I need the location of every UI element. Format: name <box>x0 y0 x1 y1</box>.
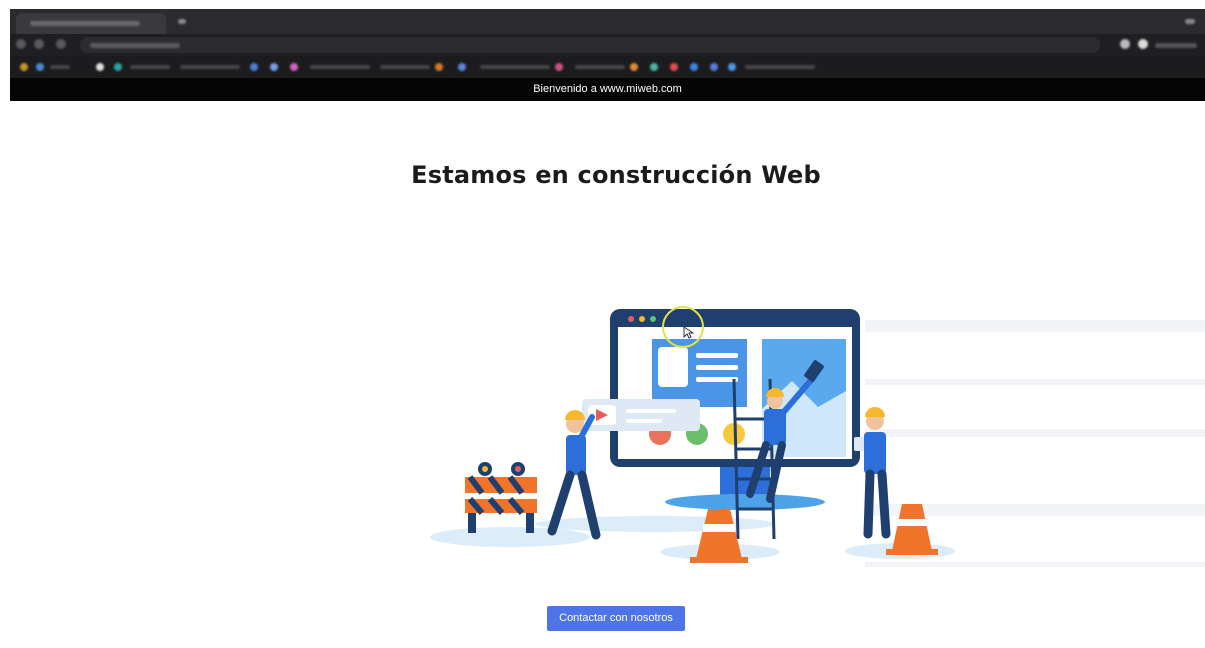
bookmarks-bar <box>10 56 1205 78</box>
back-icon[interactable] <box>16 39 26 49</box>
bookmark-item[interactable] <box>728 63 736 71</box>
url-input[interactable] <box>80 37 1100 53</box>
bookmark-item[interactable] <box>555 63 563 71</box>
bookmark-item[interactable] <box>96 63 104 71</box>
cursor-icon <box>683 326 695 339</box>
traffic-cone-icon <box>886 504 938 555</box>
bookmark-item[interactable] <box>650 63 658 71</box>
bookmark-item[interactable] <box>290 63 298 71</box>
bookmark-item[interactable] <box>458 63 466 71</box>
bookmark-item[interactable] <box>114 63 122 71</box>
page-title: Estamos en construcción Web <box>411 161 821 189</box>
browser-tab[interactable] <box>16 13 166 34</box>
video-card <box>582 399 700 431</box>
bookmark-item[interactable] <box>270 63 278 71</box>
bookmark-item[interactable] <box>710 63 718 71</box>
bookmark-item[interactable] <box>630 63 638 71</box>
extensions-icon[interactable] <box>1120 39 1130 49</box>
bookmark-item[interactable] <box>670 63 678 71</box>
bookmark-item[interactable] <box>250 63 258 71</box>
under-construction-illustration <box>430 309 955 563</box>
profile-avatar[interactable] <box>1138 39 1148 49</box>
browser-tab-strip <box>10 9 1205 34</box>
forward-icon[interactable] <box>34 39 44 49</box>
cursor-highlight <box>662 306 704 348</box>
browser-window: Bienvenido a www.miweb.com Estamos en co… <box>10 9 1205 648</box>
window-close-icon[interactable] <box>1185 19 1195 24</box>
bookmark-item[interactable] <box>690 63 698 71</box>
browser-address-bar <box>10 34 1205 56</box>
bookmark-item[interactable] <box>435 63 443 71</box>
bookmark-item[interactable] <box>36 63 44 71</box>
new-tab-icon[interactable] <box>178 19 186 24</box>
reload-icon[interactable] <box>56 39 66 49</box>
contact-button[interactable]: Contactar con nosotros <box>547 606 685 631</box>
bookmark-item[interactable] <box>20 63 28 71</box>
ground-shadow <box>430 527 590 547</box>
welcome-banner: Bienvenido a www.miweb.com <box>10 78 1205 101</box>
barrier-icon <box>465 462 537 533</box>
